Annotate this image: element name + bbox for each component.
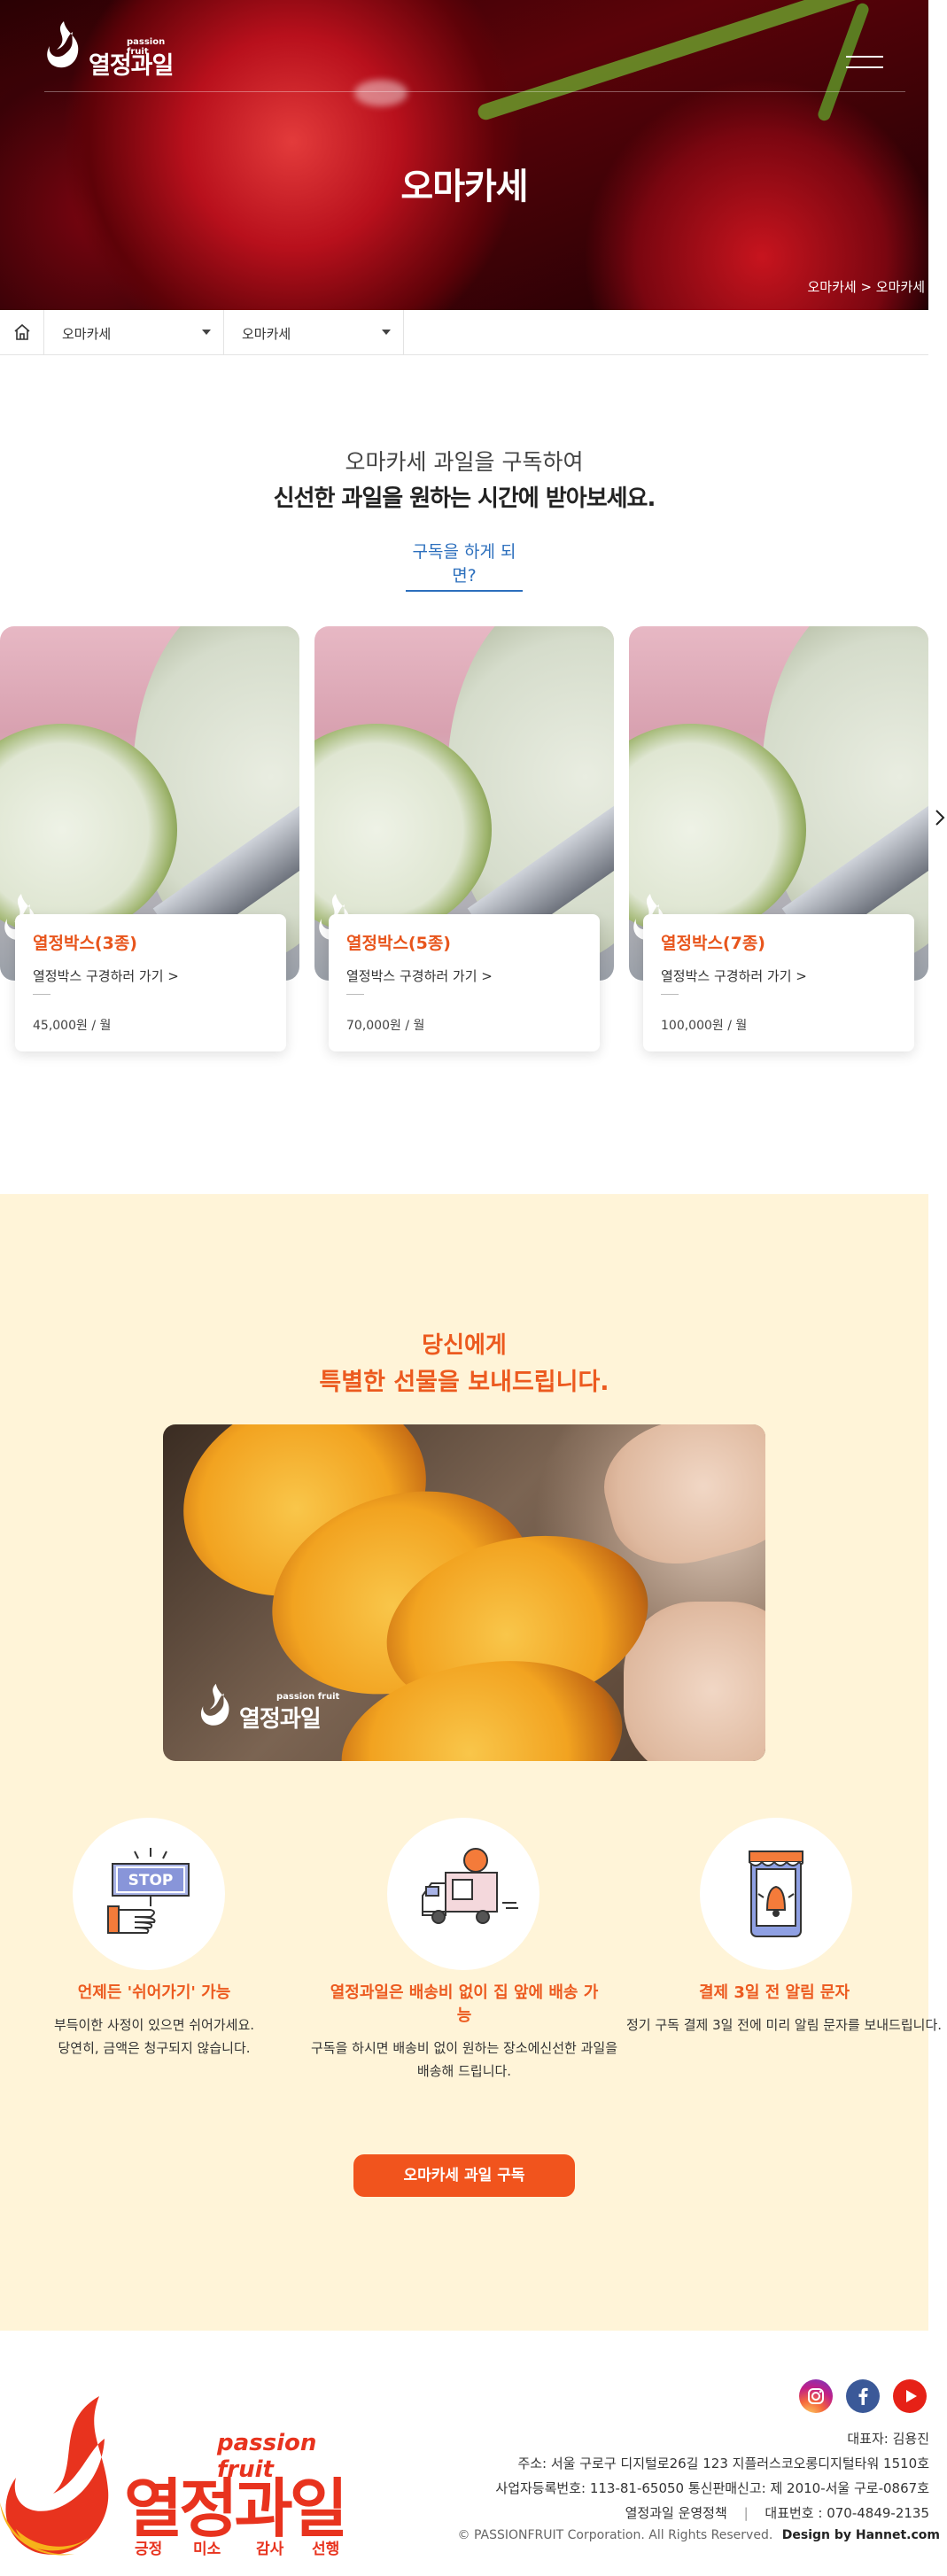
sub-navigation: 오마카세 오마카세 xyxy=(0,310,928,355)
subscribe-button[interactable]: 오마카세 과일 구독 xyxy=(353,2154,575,2197)
dropdown-value: 오마카세 xyxy=(242,326,291,342)
home-icon xyxy=(14,323,30,340)
phone-notification-icon xyxy=(749,1851,803,1937)
product-price: 100,000원 / 월 xyxy=(661,1019,748,1033)
gift-title-line-1: 당신에게 xyxy=(422,1332,507,1359)
product-name: 열정박스(3종) xyxy=(33,934,137,953)
intro-line-1: 오마카세 과일을 구독하여 xyxy=(345,449,584,475)
category-dropdown[interactable]: 오마카세 xyxy=(44,310,224,355)
instagram-icon xyxy=(808,2388,824,2404)
design-credit[interactable]: Design by Hannet.com xyxy=(782,2528,940,2542)
chevron-right-icon[interactable] xyxy=(934,808,946,827)
cherry-highlight xyxy=(354,80,408,106)
feature-title: 결제 3일 전 알림 문자 xyxy=(698,1983,850,2002)
copyright: © PASSIONFRUIT Corporation. All Rights R… xyxy=(457,2528,773,2542)
feature-description: 정기 구독 결제 3일 전에 미리 알림 문자를 보내드립니다. xyxy=(625,2017,943,2033)
product-card[interactable]: 열정박스(3종) 열정박스 구경하러 가기 > 45,000원 / 월 xyxy=(15,914,286,1051)
logo-tag: 긍정 xyxy=(135,2541,163,2558)
feature-description: 부득이한 사정이 있으면 쉬어가세요. xyxy=(53,2017,255,2033)
flame-logo-icon xyxy=(0,2396,109,2556)
feature-icon-circle xyxy=(700,1818,852,1970)
header-divider xyxy=(44,91,905,92)
facebook-button[interactable] xyxy=(846,2379,880,2413)
ceo-info: 대표자: 김용진 xyxy=(847,2431,929,2447)
feature-icon-circle: STOP xyxy=(73,1818,225,1970)
delivery-truck-icon xyxy=(422,1848,518,1924)
divider xyxy=(661,994,679,995)
instagram-button[interactable] xyxy=(799,2379,833,2413)
youtube-button[interactable] xyxy=(893,2379,927,2413)
subcategory-dropdown[interactable]: 오마카세 xyxy=(224,310,404,355)
home-button[interactable] xyxy=(0,310,44,355)
breadcrumb: 오마카세 > 오마카세 xyxy=(807,279,925,295)
feature-description: 배송해 드립니다. xyxy=(416,2063,512,2079)
feature-description: 당연히, 금액은 청구되지 않습니다. xyxy=(58,2040,251,2056)
copyright-row: © PASSIONFRUIT Corporation. All Rights R… xyxy=(458,2528,940,2542)
product-price: 45,000원 / 월 xyxy=(33,1019,112,1033)
svg-text:STOP: STOP xyxy=(128,1872,174,1889)
policy-link[interactable]: 열정과일 운영정책 xyxy=(625,2505,727,2521)
gift-title-line-2: 특별한 선물을 보내드립니다. xyxy=(319,1369,609,1396)
hamburger-menu-icon[interactable] xyxy=(846,55,883,69)
divider xyxy=(346,994,364,995)
flame-logo-icon xyxy=(200,1683,229,1726)
logo-tag: 감사 xyxy=(256,2541,284,2558)
logo-tag: 선행 xyxy=(312,2541,340,2558)
flame-logo-icon xyxy=(47,21,79,68)
page-title: 오마카세 xyxy=(400,167,528,207)
header-logo[interactable]: passion fruit 열정과일 xyxy=(44,19,186,80)
address-info: 주소: 서울 구로구 디지털로26길 123 지플러스코오롱디지털타워 1510… xyxy=(517,2456,929,2471)
intro-line-2: 신선한 과일을 원하는 시간에 받아보세요. xyxy=(273,485,656,512)
subscription-info-link[interactable]: 구독을 하게 되면? xyxy=(406,539,523,592)
hero-banner: passion fruit 열정과일 오마카세 오마카세 > 오마카세 xyxy=(0,0,928,310)
stop-sign-icon: STOP xyxy=(107,1848,190,1934)
feature-icon-circle xyxy=(387,1818,539,1970)
business-info: 사업자등록번호: 113-81-65050 통신판매신고: 제 2010-서울 … xyxy=(495,2480,929,2496)
product-name: 열정박스(7종) xyxy=(661,934,765,953)
chevron-down-icon xyxy=(202,330,211,335)
feature-description: 구독을 하시면 배송비 없이 원하는 장소에신선한 과일을 xyxy=(310,2040,617,2056)
page: passion fruit 열정과일 오마카세 오마카세 > 오마카세 오마카세… xyxy=(0,0,947,2576)
chevron-down-icon xyxy=(382,330,391,335)
product-link[interactable]: 열정박스 구경하러 가기 > xyxy=(661,966,807,985)
product-link[interactable]: 열정박스 구경하러 가기 > xyxy=(346,966,493,985)
pineapple-image: passion fruit 열정과일 xyxy=(163,1424,765,1761)
product-card[interactable]: 열정박스(7종) 열정박스 구경하러 가기 > 100,000원 / 월 xyxy=(643,914,914,1051)
footer-logo[interactable]: passion fruit 열정과일 긍정 미소 감사 선행 xyxy=(0,2396,363,2569)
youtube-icon xyxy=(906,2390,917,2402)
product-link[interactable]: 열정박스 구경하러 가기 > xyxy=(33,966,179,985)
feature-title: 언제든 '쉬어가기' 가능 xyxy=(77,1983,231,2002)
logo-name: 열정과일 xyxy=(239,1706,322,1733)
feature-title: 열정과일은 배송비 없이 집 앞에 배송 가 xyxy=(330,1983,599,2002)
image-logo: passion fruit 열정과일 xyxy=(198,1680,340,1734)
feature-title: 능 xyxy=(456,2006,472,2025)
dropdown-value: 오마카세 xyxy=(62,326,112,342)
logo-tag: 미소 xyxy=(193,2541,221,2558)
divider xyxy=(33,994,50,995)
product-card[interactable]: 열정박스(5종) 열정박스 구경하러 가기 > 70,000원 / 월 xyxy=(329,914,600,1051)
product-price: 70,000원 / 월 xyxy=(346,1019,425,1033)
facebook-icon xyxy=(858,2387,868,2405)
logo-name: 열정과일 xyxy=(89,52,174,80)
gift-section: 당신에게 특별한 선물을 보내드립니다. passion fruit 열정과일 … xyxy=(0,1194,942,2331)
policy-phone-row: 열정과일 운영정책 | 대표번호 : 070-4849-2135 xyxy=(625,2503,929,2522)
phone-info: 대표번호 : 070-4849-2135 xyxy=(765,2505,929,2521)
product-name: 열정박스(5종) xyxy=(346,934,451,953)
separator: | xyxy=(743,2505,749,2521)
